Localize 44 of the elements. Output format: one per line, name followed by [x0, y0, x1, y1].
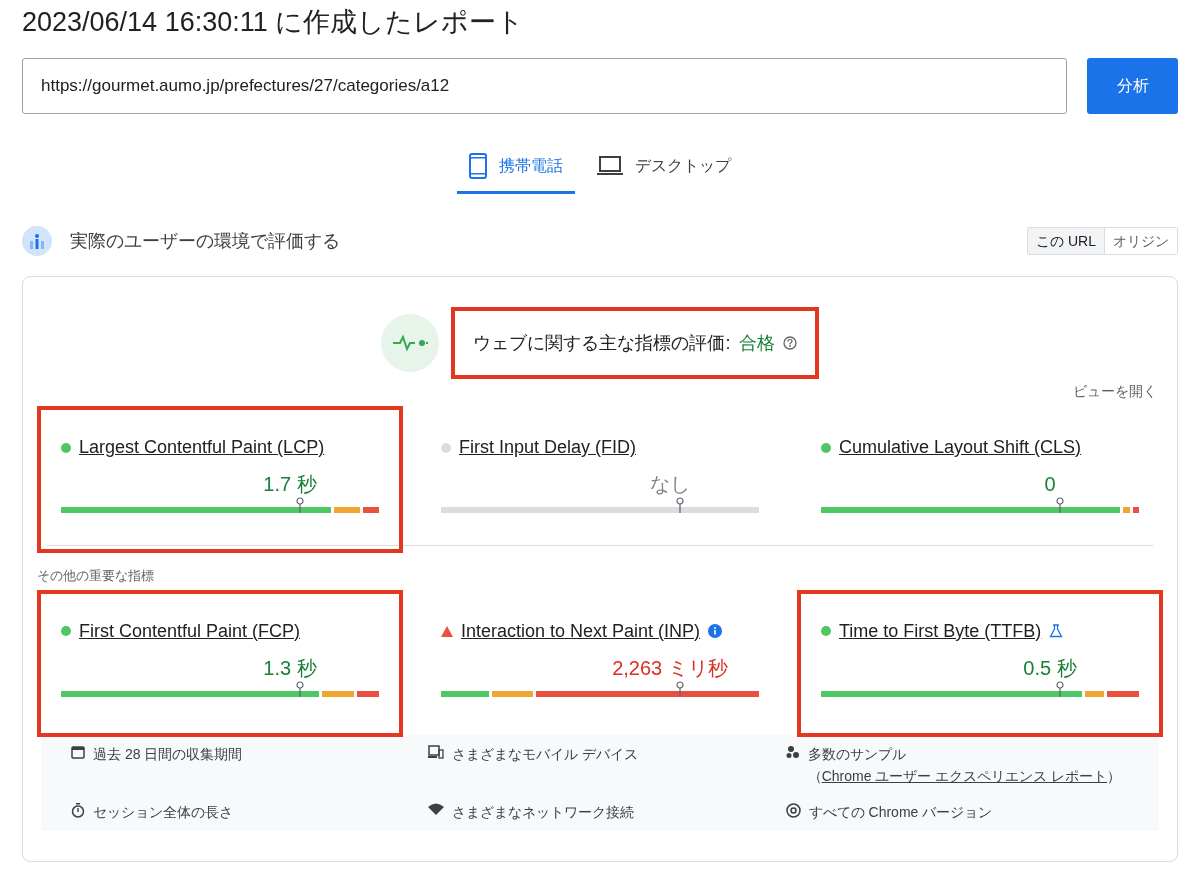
report-title: 2023/06/14 16:30:11 に作成したレポート	[22, 6, 526, 39]
device-tab[interactable]: 携帯電話	[457, 140, 575, 194]
metric-link[interactable]: First Contentful Paint (FCP)	[79, 617, 301, 645]
help-icon[interactable]	[782, 336, 797, 350]
info-text: 過去 28 日間の収集期間	[93, 744, 243, 764]
laptop-icon	[597, 155, 623, 176]
metric-value: 0.5 秒	[1023, 655, 1077, 681]
chrome-icon	[785, 802, 801, 818]
scope-toggle[interactable]: この URL	[1028, 228, 1104, 254]
metric-link[interactable]: Time to First Byte (TTFB)	[839, 617, 1042, 645]
info-text: さまざまなネットワーク接続	[452, 802, 635, 822]
dots-icon	[785, 744, 800, 759]
device-tab[interactable]: デスクトップ	[585, 140, 743, 194]
info-text: 多数のサンプル（Chrome ユーザー エクスペリエンス レポート）	[807, 744, 1123, 786]
open-view-link[interactable]: ビューを開く	[1073, 381, 1157, 402]
url-field[interactable]: https://gourmet.aumo.jp/prefectures/27/categories/a12	[22, 58, 1067, 114]
pulse-icon	[381, 314, 440, 372]
metric-link[interactable]: Cumulative Layout Shift (CLS)	[839, 434, 1082, 461]
calendar-icon	[71, 744, 85, 759]
timer-icon	[71, 802, 85, 818]
other-metrics-label: その他の重要な指標	[37, 567, 155, 585]
devices-icon	[428, 744, 445, 759]
metric-value: 1.3 秒	[263, 655, 317, 681]
assessment-result: 合格	[738, 331, 775, 355]
metric-value: 1.7 秒	[263, 472, 317, 497]
info-text: さまざまなモバイル デバイス	[452, 744, 639, 764]
users-icon	[22, 226, 52, 256]
metric-value: 2,263 ミリ秒	[612, 655, 728, 681]
metric-value: なし	[649, 472, 690, 497]
assessment-label: ウェブに関する主な指標の評価:	[473, 331, 731, 355]
metric-link[interactable]: Interaction to Next Paint (INP)	[461, 617, 701, 645]
metric-link[interactable]: Largest Contentful Paint (LCP)	[79, 434, 325, 461]
analyze-button[interactable]: 分析	[1087, 58, 1178, 114]
info-text: セッション全体の長さ	[93, 802, 233, 822]
flask-icon	[1049, 624, 1064, 638]
metric-value: 0	[1044, 472, 1056, 497]
section-title: 実際のユーザーの環境で評価する	[70, 229, 340, 253]
scope-toggle[interactable]: オリジン	[1104, 228, 1177, 254]
phone-icon	[469, 152, 487, 179]
info-icon[interactable]	[708, 624, 723, 638]
metric-link[interactable]: First Input Delay (FID)	[459, 434, 637, 461]
crux-report-link[interactable]: Chrome ユーザー エクスペリエンス レポート	[821, 767, 1108, 784]
info-text: すべての Chrome バージョン	[808, 802, 993, 822]
signal-icon	[428, 802, 445, 815]
